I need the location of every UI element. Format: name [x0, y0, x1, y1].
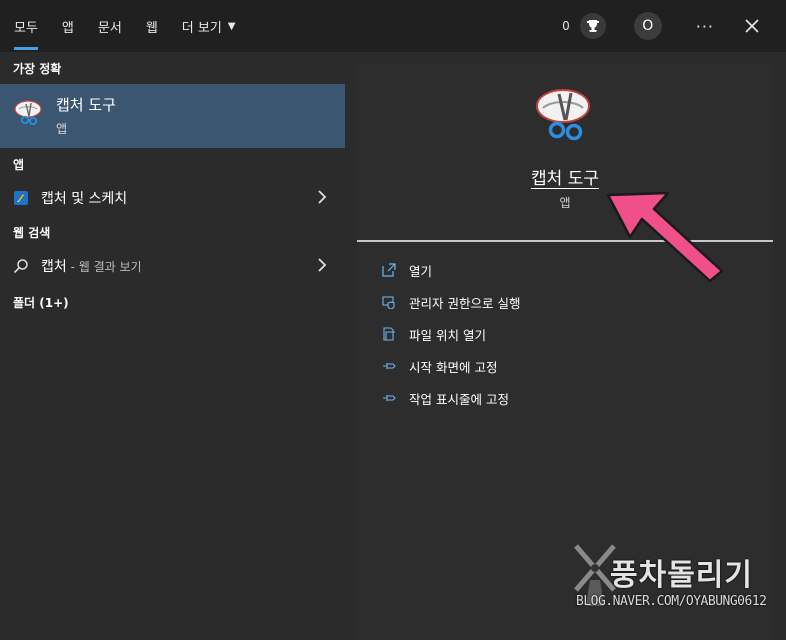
search-top-bar: 모두 앱 문서 웹 더 보기 ▼ 0 O ··· — [0, 0, 786, 52]
tab-apps-label: 앱 — [61, 20, 74, 36]
watermark-url: BLOG.NAVER.COM/OYABUNG0612 — [576, 594, 767, 609]
best-match-heading: 가장 정확 — [13, 62, 62, 76]
folder-icon — [381, 326, 397, 342]
close-icon[interactable] — [744, 18, 760, 34]
chevron-right-icon[interactable] — [317, 257, 327, 277]
web-search-query: 캡처 — [41, 259, 67, 275]
avatar[interactable]: O — [633, 12, 662, 40]
pin-icon — [381, 390, 397, 406]
best-match-type: 앱 — [56, 122, 68, 136]
tab-all[interactable]: 모두 — [14, 0, 38, 52]
results-panel: 가장 정확 캡처 도구 앱 앱 캡처 및 스케치 웹 검색 캡처 - 웹 결과 … — [0, 52, 345, 640]
tab-documents[interactable]: 문서 — [98, 0, 122, 52]
watermark: 풍차돌리기 BLOG.NAVER.COM/OYABUNG0612 — [570, 540, 780, 620]
best-match-name: 캡처 도구 — [56, 96, 116, 114]
filter-tabs: 모두 앱 문서 웹 더 보기 ▼ — [0, 0, 260, 52]
tab-web[interactable]: 웹 — [146, 0, 158, 52]
run-as-admin-action[interactable]: 관리자 권한으로 실행 — [381, 290, 520, 314]
pin-to-start-label: 시작 화면에 고정 — [409, 359, 498, 375]
rewards-points: 0 — [562, 19, 570, 33]
open-file-location-label: 파일 위치 열기 — [409, 327, 486, 343]
web-search-heading: 웹 검색 — [13, 226, 51, 240]
avatar-letter: O — [642, 18, 654, 34]
snipping-tool-icon — [533, 84, 597, 152]
trophy-icon[interactable] — [579, 13, 606, 39]
ellipsis-icon[interactable]: ··· — [696, 17, 714, 36]
run-as-admin-label: 관리자 권한으로 실행 — [409, 295, 521, 311]
top-right-controls: 0 O ··· — [562, 0, 786, 52]
chevron-right-icon[interactable] — [317, 189, 327, 209]
shield-icon — [381, 294, 397, 310]
list-item-snip-sketch[interactable]: 캡처 및 스케치 — [0, 181, 345, 215]
open-action-label: 열기 — [409, 263, 433, 279]
pointer-arrow-annotation — [600, 175, 730, 289]
list-item-web-search[interactable]: 캡처 - 웹 결과 보기 — [0, 249, 345, 283]
pin-to-taskbar-action[interactable]: 작업 표시줄에 고정 — [381, 386, 509, 410]
tab-documents-label: 문서 — [97, 20, 122, 36]
tab-all-label: 모두 — [14, 20, 38, 36]
tab-web-label: 웹 — [145, 20, 158, 36]
tab-more-label: 더 보기 — [181, 20, 222, 36]
chevron-down-icon: ▼ — [227, 20, 236, 32]
pin-icon — [381, 358, 397, 374]
open-icon — [381, 262, 397, 278]
tab-apps[interactable]: 앱 — [62, 0, 74, 52]
snip-sketch-icon — [13, 190, 29, 210]
web-search-suffix: - 웹 결과 보기 — [66, 260, 142, 274]
search-icon — [13, 258, 29, 278]
preview-app-name-text: 캡처 도구 — [531, 169, 599, 189]
web-search-label: 캡처 - 웹 결과 보기 — [41, 256, 142, 276]
folders-heading[interactable]: 폴더 (1+) — [13, 294, 69, 311]
snip-sketch-label: 캡처 및 스케치 — [41, 191, 128, 207]
best-match-item[interactable]: 캡처 도구 앱 — [0, 84, 345, 148]
snipping-tool-icon — [13, 98, 45, 134]
open-action[interactable]: 열기 — [381, 258, 432, 282]
pin-to-taskbar-label: 작업 표시줄에 고정 — [409, 391, 509, 407]
watermark-title: 풍차돌리기 — [610, 558, 753, 593]
apps-heading: 앱 — [13, 158, 25, 172]
pin-to-start-action[interactable]: 시작 화면에 고정 — [381, 354, 497, 378]
tab-more[interactable]: 더 보기 ▼ — [182, 0, 236, 52]
open-file-location-action[interactable]: 파일 위치 열기 — [381, 322, 486, 346]
